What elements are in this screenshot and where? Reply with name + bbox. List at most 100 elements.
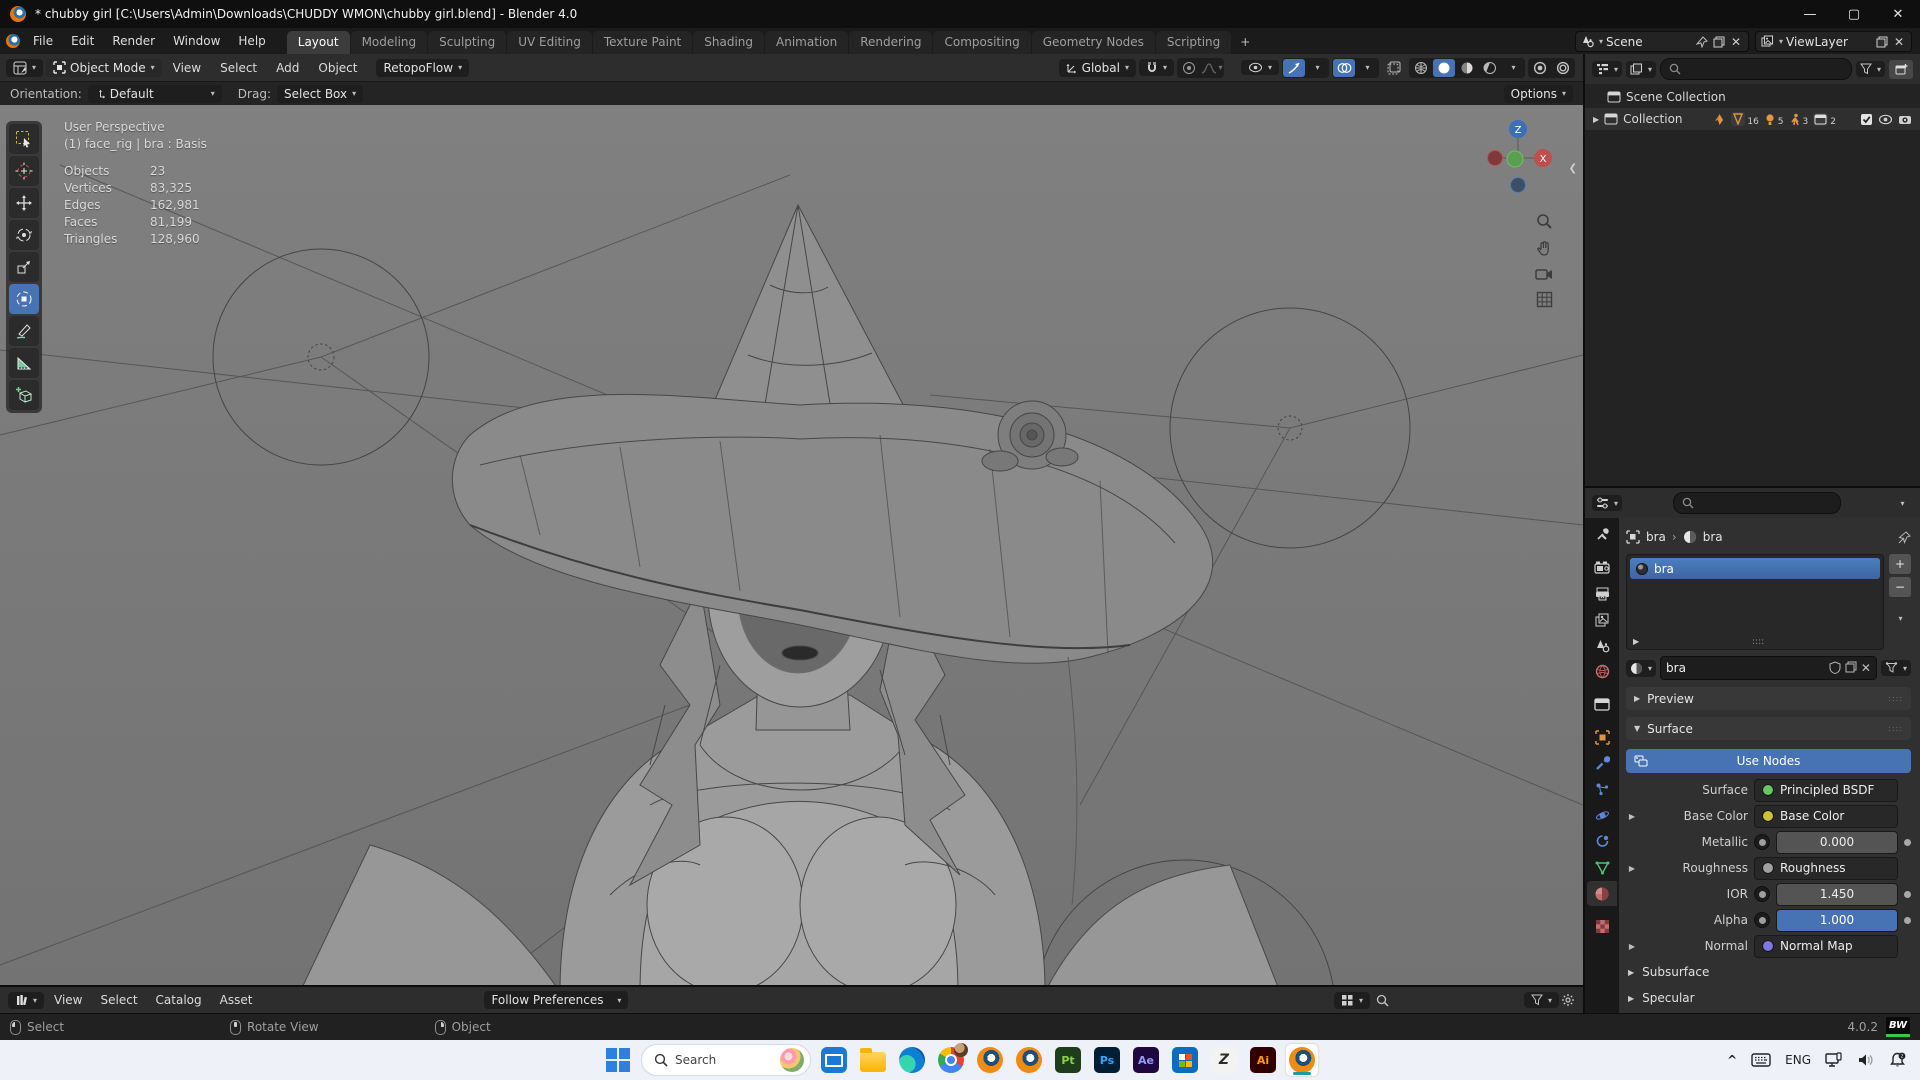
viewlayer-selector[interactable]: ▾ ViewLayer ✕ bbox=[1755, 31, 1912, 52]
pin-icon[interactable] bbox=[1695, 35, 1709, 49]
asset-settings-gear-icon[interactable] bbox=[1561, 993, 1575, 1007]
tab-view-layer[interactable] bbox=[1587, 607, 1617, 632]
remove-slot-button[interactable]: − bbox=[1889, 577, 1911, 597]
base-color-field[interactable]: Base Color bbox=[1754, 805, 1898, 828]
expand-collection-chevron[interactable]: ▶ bbox=[1593, 115, 1599, 124]
outliner-row-scene-collection[interactable]: Scene Collection bbox=[1585, 86, 1920, 108]
add-slot-button[interactable]: + bbox=[1889, 554, 1911, 574]
asset-editor-type-button[interactable]: ▾ bbox=[8, 992, 44, 1009]
tab-layout[interactable]: Layout bbox=[287, 31, 350, 54]
properties-search-field[interactable] bbox=[1673, 492, 1841, 514]
new-viewlayer-icon[interactable] bbox=[1875, 35, 1889, 49]
options-dropdown[interactable]: Options▾ bbox=[1504, 85, 1573, 103]
tab-render[interactable] bbox=[1587, 555, 1617, 580]
outliner-row-collection[interactable]: ▶ Collection 16 5 3 2 bbox=[1585, 108, 1920, 130]
toggle-ring-b[interactable] bbox=[1552, 59, 1574, 77]
import-method-dropdown[interactable]: Follow Preferences▾ bbox=[484, 991, 628, 1009]
viewlayer-name[interactable]: ViewLayer bbox=[1786, 35, 1872, 49]
shading-dropdown[interactable]: ▾ bbox=[1502, 59, 1524, 77]
properties-options-dropdown[interactable]: ▾ bbox=[1891, 493, 1913, 513]
use-nodes-button[interactable]: Use Nodes bbox=[1626, 749, 1911, 773]
tab-constraints[interactable] bbox=[1587, 829, 1617, 854]
taskbar-blender-1[interactable] bbox=[974, 1044, 1006, 1076]
remove-viewlayer-icon[interactable]: ✕ bbox=[1892, 35, 1906, 49]
notification-bell-icon[interactable]: z bbox=[1889, 1052, 1906, 1068]
tab-particles[interactable] bbox=[1587, 777, 1617, 802]
close-button[interactable]: ✕ bbox=[1876, 0, 1920, 28]
asset-filter-dropdown[interactable]: ▾ bbox=[1524, 992, 1559, 1008]
scene-selector[interactable]: ▾ Scene ✕ bbox=[1575, 31, 1749, 52]
tool-annotate[interactable] bbox=[9, 316, 39, 346]
taskbar-photoshop[interactable]: Ps bbox=[1091, 1044, 1123, 1076]
asset-menu-view[interactable]: View bbox=[46, 991, 90, 1009]
ior-slider[interactable]: 1.450 bbox=[1776, 883, 1898, 906]
tab-sculpting[interactable]: Sculpting bbox=[428, 31, 506, 54]
taskbar-after-effects[interactable]: Ae bbox=[1130, 1044, 1162, 1076]
proportional-falloff-dropdown[interactable]: ▾ bbox=[1201, 59, 1223, 77]
transform-orientation-selector[interactable]: Global▾ bbox=[1059, 59, 1136, 77]
tray-language[interactable]: ENG bbox=[1785, 1053, 1811, 1067]
tool-transform[interactable] bbox=[9, 284, 39, 314]
taskbar-blender-2[interactable] bbox=[1013, 1044, 1045, 1076]
xray-toggle[interactable] bbox=[1382, 58, 1406, 78]
tab-object[interactable] bbox=[1587, 725, 1617, 750]
editor-type-button[interactable]: ▾ bbox=[6, 59, 43, 77]
minimize-button[interactable]: — bbox=[1788, 0, 1832, 28]
ior-decorator[interactable] bbox=[1904, 891, 1911, 898]
alpha-slider[interactable]: 1.000 bbox=[1776, 909, 1898, 932]
ior-socket[interactable] bbox=[1754, 886, 1770, 902]
taskbar-thispc[interactable] bbox=[818, 1044, 850, 1076]
menu-add[interactable]: Add bbox=[268, 59, 307, 77]
tab-texture-paint[interactable]: Texture Paint bbox=[593, 31, 692, 54]
surface-panel-header[interactable]: ▼ Surface :::: bbox=[1626, 717, 1911, 740]
breadcrumb-material-name[interactable]: bra bbox=[1703, 530, 1723, 544]
specular-panel-header[interactable]: ▶ Specular bbox=[1626, 985, 1911, 1011]
outliner-search-field[interactable] bbox=[1660, 58, 1852, 80]
tab-texture[interactable] bbox=[1587, 914, 1617, 939]
taskbar-search[interactable]: Search bbox=[641, 1044, 811, 1076]
collection-checkbox[interactable] bbox=[1860, 113, 1873, 126]
overlays-dropdown[interactable]: ▾ bbox=[1356, 59, 1378, 77]
new-scene-icon[interactable] bbox=[1712, 35, 1726, 49]
taskbar-explorer[interactable] bbox=[857, 1044, 889, 1076]
menu-edit[interactable]: Edit bbox=[62, 28, 103, 54]
viewport-3d[interactable]: User Perspective (1) face_rig | bra : Ba… bbox=[0, 105, 1583, 985]
new-collection-button[interactable] bbox=[1889, 60, 1913, 79]
network-icon[interactable] bbox=[1825, 1052, 1843, 1068]
shading-wireframe[interactable] bbox=[1410, 59, 1432, 77]
proportional-editing-toggle[interactable] bbox=[1178, 59, 1200, 77]
zoom-icon[interactable] bbox=[1536, 213, 1553, 230]
menu-render[interactable]: Render bbox=[103, 28, 164, 54]
browse-material-button[interactable]: ▾ bbox=[1626, 660, 1656, 677]
metallic-socket[interactable] bbox=[1754, 834, 1770, 850]
menu-object[interactable]: Object bbox=[310, 59, 365, 77]
shading-solid[interactable] bbox=[1433, 59, 1455, 77]
subsurface-panel-header[interactable]: ▶ Subsurface bbox=[1626, 959, 1911, 985]
tray-chevron[interactable]: ^ bbox=[1727, 1053, 1737, 1067]
scene-name[interactable]: Scene bbox=[1606, 35, 1692, 49]
tool-scale[interactable] bbox=[9, 252, 39, 282]
menu-help[interactable]: Help bbox=[229, 28, 274, 54]
slot-grip-dots[interactable]: :::: bbox=[1752, 637, 1764, 647]
hide-eye-icon[interactable] bbox=[1878, 114, 1893, 125]
expand-normal[interactable]: ▶ bbox=[1626, 942, 1638, 951]
toggle-ring-a[interactable] bbox=[1529, 59, 1551, 77]
tab-material[interactable] bbox=[1587, 881, 1617, 906]
expand-base-color[interactable]: ▶ bbox=[1626, 812, 1638, 821]
tab-rendering[interactable]: Rendering bbox=[849, 31, 932, 54]
pin-icon[interactable] bbox=[1898, 531, 1911, 544]
taskbar-zbrush[interactable]: Z bbox=[1208, 1044, 1240, 1076]
mode-selector[interactable]: Object Mode ▾ bbox=[46, 59, 162, 77]
fake-user-shield-icon[interactable] bbox=[1829, 661, 1841, 674]
touch-keyboard-icon[interactable] bbox=[1751, 1053, 1771, 1067]
slot-specials-dropdown[interactable]: ▾ bbox=[1889, 608, 1911, 628]
blender-menu-icon[interactable] bbox=[6, 34, 20, 48]
tab-tool[interactable] bbox=[1587, 522, 1617, 547]
show-gizmos-toggle[interactable] bbox=[1283, 59, 1305, 77]
retopoflow-menu[interactable]: RetopoFlow▾ bbox=[376, 59, 469, 77]
add-workspace-button[interactable]: + bbox=[1232, 31, 1258, 54]
material-specials-dropdown[interactable]: ▾ bbox=[1881, 660, 1911, 676]
alpha-decorator[interactable] bbox=[1904, 917, 1911, 924]
gizmos-dropdown[interactable]: ▾ bbox=[1306, 59, 1328, 77]
tab-output[interactable] bbox=[1587, 581, 1617, 606]
